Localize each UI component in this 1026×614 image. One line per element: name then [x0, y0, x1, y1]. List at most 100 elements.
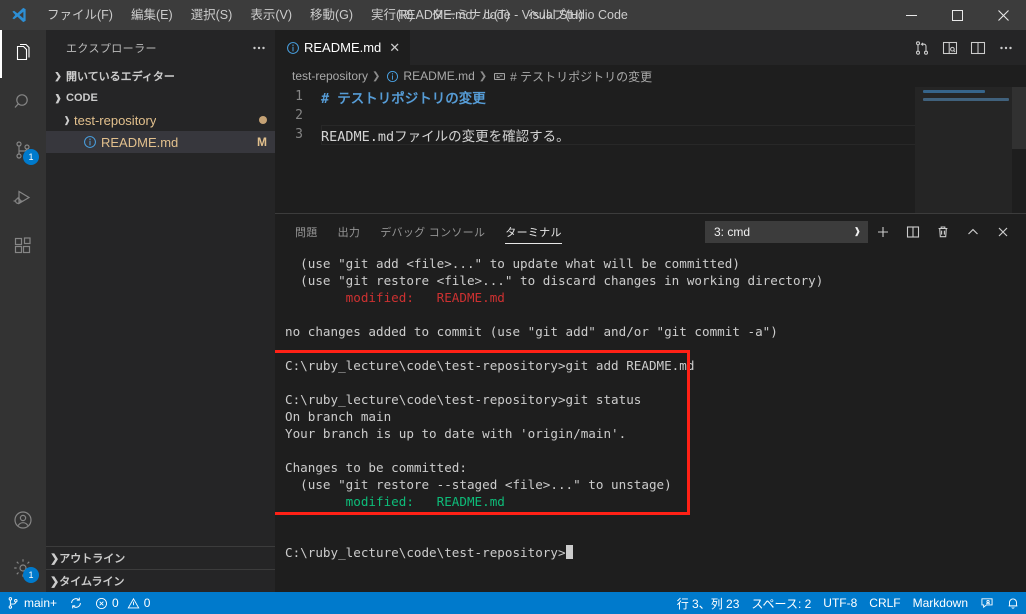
breadcrumb-item-folder[interactable]: test-repository: [292, 69, 368, 83]
status-sync-icon[interactable]: [63, 592, 89, 614]
chevron-down-icon: ❱: [853, 226, 861, 236]
chevron-right-icon: ❯: [478, 70, 488, 82]
status-bar: main+ 0 0 行 3、列 23 スペース: 2 UTF-8 CRLF Ma…: [0, 592, 1026, 614]
section-timeline[interactable]: ❯ タイムライン: [46, 569, 275, 592]
tab-close-icon[interactable]: ✕: [389, 41, 400, 54]
menu-go[interactable]: 移動(G): [301, 0, 362, 30]
section-outline[interactable]: ❯ アウトライン: [46, 546, 275, 569]
editor-tabs: README.md ✕: [275, 30, 1026, 65]
close-panel-icon[interactable]: [988, 218, 1018, 246]
menu-run[interactable]: 実行(R): [362, 0, 422, 30]
status-branch[interactable]: main+: [0, 592, 63, 614]
activity-accounts-icon[interactable]: [0, 496, 46, 544]
open-preview-to-side-icon[interactable]: [936, 30, 964, 65]
terminal-line: (use "git restore --staged <file>..." to…: [285, 477, 672, 492]
line-number: 2: [295, 108, 303, 123]
activity-source-control-icon[interactable]: 1: [0, 126, 46, 174]
vscode-logo-icon: [0, 0, 38, 30]
line-number: 3: [295, 127, 303, 142]
tree-item-label: README.md: [101, 134, 179, 150]
sidebar-title: エクスプローラー: [66, 42, 157, 55]
breadcrumb-label: README.md: [403, 69, 475, 83]
terminal-selector-dropdown[interactable]: 3: cmd ❱: [705, 220, 868, 243]
breadcrumb-label: test-repository: [292, 69, 369, 83]
kill-terminal-icon[interactable]: [928, 218, 958, 246]
status-encoding[interactable]: UTF-8: [817, 592, 863, 614]
section-workspace-code[interactable]: ❱ CODE: [46, 87, 275, 109]
activity-explorer[interactable]: [0, 30, 46, 78]
breadcrumb-item-file[interactable]: README.md: [384, 69, 475, 83]
status-bar-right: 行 3、列 23 スペース: 2 UTF-8 CRLF Markdown: [671, 592, 1026, 614]
menu-view[interactable]: 表示(V): [241, 0, 301, 30]
terminal-line: modified: README.md: [285, 494, 505, 509]
split-terminal-icon[interactable]: [898, 218, 928, 246]
breadcrumb-item-symbol[interactable]: # テストリポジトリの変更: [491, 68, 652, 85]
minimize-button[interactable]: [888, 0, 934, 30]
chevron-down-icon: ❱: [54, 92, 62, 103]
tab-terminal[interactable]: ターミナル: [505, 214, 562, 249]
tree-item-label: test-repository: [74, 112, 157, 128]
activity-run-debug-icon[interactable]: [0, 174, 46, 222]
terminal-line: C:\ruby_lecture\code\test-repository>git…: [285, 358, 695, 373]
tab-debug-console[interactable]: デバッグ コンソール: [380, 214, 485, 249]
compare-changes-icon[interactable]: [908, 30, 936, 65]
activity-spacer: [0, 270, 46, 496]
more-actions-icon[interactable]: [992, 30, 1020, 65]
status-feedback-icon[interactable]: [974, 592, 1000, 614]
activity-search-icon[interactable]: [0, 78, 46, 126]
minimap-slider[interactable]: [915, 87, 1012, 213]
editor-group: README.md ✕ test-repository ❯ README.md …: [275, 30, 1026, 592]
activity-extensions-icon[interactable]: [0, 222, 46, 270]
status-language-mode[interactable]: Markdown: [907, 592, 974, 614]
terminal-line: (use "git restore <file>..." to discard …: [285, 273, 824, 288]
menu-help[interactable]: ヘルプ(H): [519, 0, 592, 30]
tab-problems[interactable]: 問題: [295, 214, 318, 249]
terminal-selector-value: 3: cmd: [714, 224, 751, 239]
workbench: 1 1 エクスプローラー ❯ 開いているエディター ❱ CODE ❱ test-…: [0, 30, 1026, 592]
menu-file[interactable]: ファイル(F): [38, 0, 122, 30]
section-open-editors[interactable]: ❯ 開いているエディター: [46, 65, 275, 87]
tree-item-test-repository[interactable]: ❱ test-repository: [46, 109, 275, 131]
menu-bar[interactable]: ファイル(F) 編集(E) 選択(S) 表示(V) 移動(G) 実行(R) ター…: [38, 0, 592, 30]
file-info-icon: [285, 41, 301, 55]
terminal-line: (use "git add <file>..." to update what …: [285, 256, 740, 271]
chevron-right-icon: ❯: [54, 70, 62, 81]
editor-scrollbar-thumb[interactable]: [1012, 87, 1026, 149]
status-eol[interactable]: CRLF: [863, 592, 906, 614]
bottom-panel: 問題 出力 デバッグ コンソール ターミナル 3: cmd ❱ (use "gi…: [275, 213, 1026, 592]
status-problems[interactable]: 0 0: [89, 592, 156, 614]
sidebar-more-actions-icon[interactable]: [251, 40, 267, 56]
activity-settings-gear-icon[interactable]: 1: [0, 544, 46, 592]
split-editor-icon[interactable]: [964, 30, 992, 65]
chevron-right-icon: ❯: [50, 575, 60, 588]
maximize-panel-icon[interactable]: [958, 218, 988, 246]
menu-edit[interactable]: 編集(E): [122, 0, 182, 30]
chevron-right-icon: ❯: [50, 552, 60, 565]
status-notifications-bell-icon[interactable]: [1000, 592, 1026, 614]
close-button[interactable]: [980, 0, 1026, 30]
menu-terminal[interactable]: ターミナル(T): [422, 0, 518, 30]
menu-selection[interactable]: 選択(S): [182, 0, 242, 30]
tab-label: README.md: [304, 40, 382, 55]
terminal-output[interactable]: (use "git add <file>..." to update what …: [275, 249, 1026, 592]
settings-badge: 1: [23, 567, 39, 583]
status-cursor-position[interactable]: 行 3、列 23: [671, 592, 746, 614]
terminal-line: no changes added to commit (use "git add…: [285, 324, 778, 339]
editor-scrollbar[interactable]: [1012, 87, 1026, 213]
new-terminal-icon[interactable]: [868, 218, 898, 246]
minimap[interactable]: [915, 87, 1012, 213]
file-info-icon: [82, 135, 98, 149]
tab-readme[interactable]: README.md ✕: [275, 30, 412, 65]
tab-output[interactable]: 出力: [338, 214, 361, 249]
file-info-icon: [384, 70, 400, 83]
status-indentation[interactable]: スペース: 2: [745, 592, 817, 614]
text-editor[interactable]: 1 # テストリポジトリの変更 2 3 README.mdファイルの変更を確認す…: [275, 87, 1026, 213]
maximize-button[interactable]: [934, 0, 980, 30]
tree-item-readme[interactable]: README.md M: [46, 131, 275, 153]
activity-bar: 1 1: [0, 30, 46, 592]
terminal-line: Changes to be committed:: [285, 460, 467, 475]
window-controls[interactable]: [888, 0, 1026, 30]
